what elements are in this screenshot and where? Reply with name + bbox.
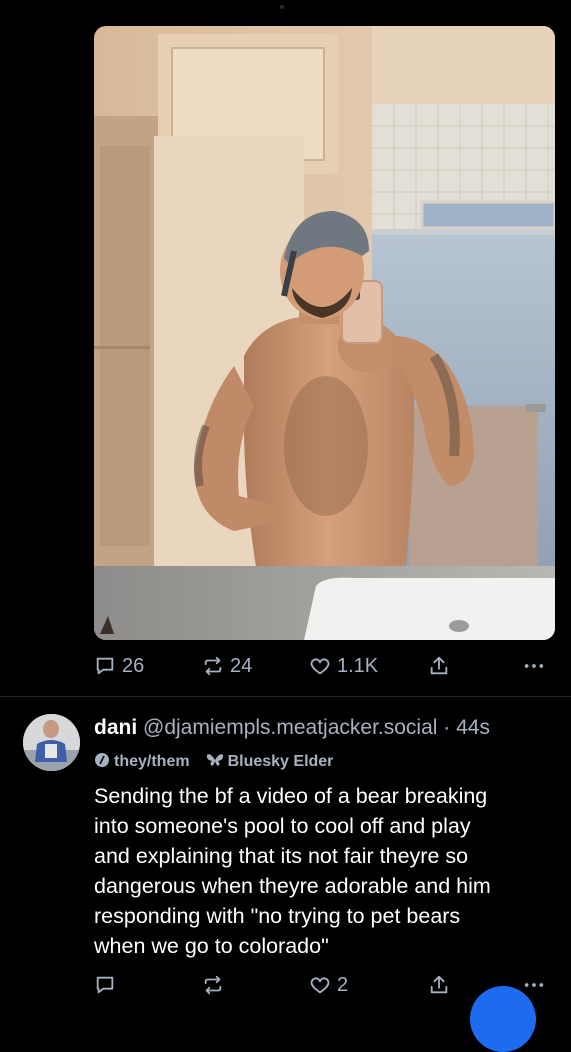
author-handle[interactable]: @djamiempls.meatjacker.social xyxy=(143,716,437,739)
repost-count: 24 xyxy=(230,654,253,677)
heart-icon xyxy=(309,655,331,677)
like-count: 2 xyxy=(337,973,349,996)
reply-button[interactable] xyxy=(94,970,122,1000)
heart-icon xyxy=(309,974,331,996)
mirror-selfie-photo xyxy=(94,26,555,640)
share-button[interactable] xyxy=(428,651,450,681)
post-body-text: Sending the bf a video of a bear breakin… xyxy=(94,784,491,958)
reply-count: 26 xyxy=(122,654,145,677)
share-upload-icon xyxy=(428,655,450,677)
avatar-photo xyxy=(23,714,80,771)
repost-arrows-icon xyxy=(202,655,224,677)
like-count: 1.1K xyxy=(337,654,379,677)
pronoun-badge-icon xyxy=(94,752,110,773)
ellipsis-icon xyxy=(523,974,545,996)
avatar[interactable] xyxy=(23,714,80,771)
repost-arrows-icon xyxy=(202,974,224,996)
time-separator: · xyxy=(443,716,457,739)
bluesky-elder-text: Bluesky Elder xyxy=(227,753,334,770)
repost-button[interactable] xyxy=(202,970,230,1000)
speech-bubble-icon xyxy=(94,655,116,677)
share-upload-icon xyxy=(428,974,450,996)
like-button[interactable]: 2 xyxy=(309,970,348,1000)
repost-button[interactable]: 24 xyxy=(202,651,252,681)
butterfly-badge-icon xyxy=(206,752,224,773)
author-display-name[interactable]: dani xyxy=(94,716,137,739)
post-divider xyxy=(0,696,571,697)
share-button[interactable] xyxy=(428,970,450,1000)
pronouns-text: they/them xyxy=(114,753,190,770)
compose-fab-button[interactable] xyxy=(470,986,536,1052)
ellipsis-icon xyxy=(523,655,545,677)
pronouns-label[interactable]: they/them xyxy=(94,752,190,773)
post-image[interactable] xyxy=(94,26,555,640)
reply-button[interactable]: 26 xyxy=(94,651,144,681)
post-timestamp[interactable]: 44s xyxy=(456,716,490,739)
like-button[interactable]: 1.1K xyxy=(309,651,378,681)
post-header: dani @djamiempls.meatjacker.social · 44s xyxy=(94,713,564,743)
more-options-button[interactable] xyxy=(523,651,545,681)
profile-labels: they/them Bluesky Elder xyxy=(94,751,349,773)
speech-bubble-icon xyxy=(94,974,116,996)
status-bar-indicator xyxy=(280,5,284,9)
post-actions-bar: 26 24 1.1K xyxy=(94,651,555,681)
bluesky-elder-label[interactable]: Bluesky Elder xyxy=(206,752,334,773)
